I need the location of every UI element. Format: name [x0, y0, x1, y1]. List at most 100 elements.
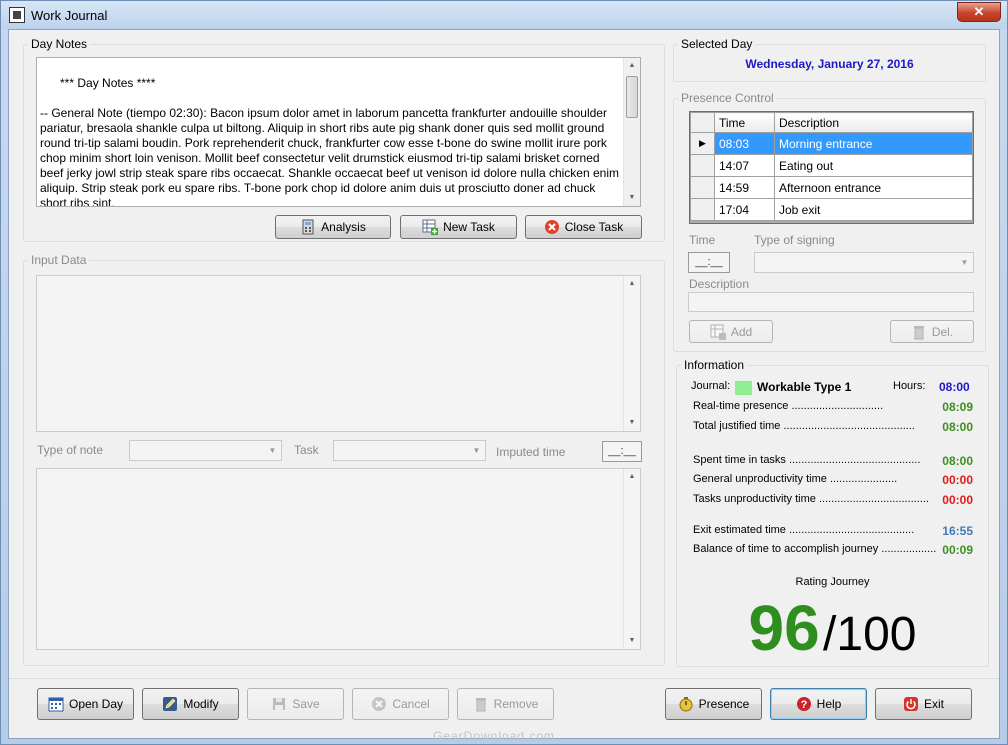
open-day-button[interactable]: Open Day [37, 688, 134, 720]
day-notes-scrollbar[interactable]: ▲ ▼ [623, 58, 640, 206]
exit-button[interactable]: Exit [875, 688, 972, 720]
grid-cell-time[interactable]: 14:59 [714, 176, 775, 199]
edit-pencil-icon [162, 696, 178, 712]
scroll-down-arrow-icon[interactable]: ▼ [624, 190, 640, 206]
task-note-textarea[interactable]: ▲ ▼ [36, 468, 641, 650]
input-data-label: Input Data [28, 253, 90, 267]
selected-date: Wednesday, January 27, 2016 [745, 57, 914, 71]
type-of-signing-select[interactable]: ▼ [754, 252, 974, 273]
grid-cell-description[interactable]: Afternoon entrance [774, 176, 973, 199]
hours-label: Hours: [893, 380, 926, 392]
task-select[interactable]: ▼ [333, 440, 486, 461]
grid-cell-time[interactable]: 17:04 [714, 198, 775, 221]
grid-cell-time[interactable]: 08:03 [714, 132, 775, 155]
power-icon [903, 696, 919, 712]
table-row[interactable]: ▶ 08:03 Morning entrance [690, 132, 973, 155]
trash-can-icon [911, 324, 927, 340]
window-title: Work Journal [31, 8, 108, 23]
info-value: 08:09 [942, 400, 973, 414]
journal-color-swatch [735, 381, 752, 395]
dot-leader: .............................. [791, 400, 884, 412]
title-bar[interactable]: Work Journal ✕ [1, 1, 1007, 29]
help-button[interactable]: ? Help [770, 688, 867, 720]
scroll-up-arrow-icon[interactable]: ▲ [624, 58, 640, 74]
calculator-icon [300, 219, 316, 235]
analysis-label: Analysis [321, 220, 366, 234]
scroll-down-arrow-icon[interactable]: ▼ [624, 633, 640, 649]
info-value: 08:00 [942, 420, 973, 434]
day-notes-textarea[interactable]: *** Day Notes **** -- General Note (tiem… [36, 57, 641, 207]
cancel-button[interactable]: Cancel [352, 688, 449, 720]
remove-label: Remove [493, 697, 539, 711]
task-note-scrollbar[interactable]: ▲ ▼ [623, 469, 640, 649]
trash-can-icon [473, 696, 489, 712]
grid-cell-description[interactable]: Job exit [774, 198, 973, 221]
grid-cell-description[interactable]: Eating out [774, 154, 973, 177]
day-notes-text: *** Day Notes **** -- General Note (tiem… [40, 76, 619, 207]
chevron-down-icon: ▼ [960, 258, 969, 267]
dot-leader: ...................... [829, 473, 898, 485]
grid-header-description[interactable]: Description [774, 112, 973, 133]
info-label: Spent time in tasks [693, 454, 786, 466]
close-circle-icon [544, 219, 560, 235]
info-value: 00:09 [942, 543, 973, 557]
new-task-label: New Task [443, 220, 495, 234]
signing-time-input[interactable]: __:__ [688, 252, 730, 273]
info-label: Tasks unproductivity time [693, 493, 816, 505]
close-task-button[interactable]: Close Task [525, 215, 642, 239]
input-data-textarea[interactable]: ▲ ▼ [36, 275, 641, 432]
info-row-spent-time-in-tasks: Spent time in tasks ....................… [693, 454, 973, 468]
help-label: Help [816, 697, 842, 711]
signing-description-input[interactable] [688, 292, 974, 312]
table-row[interactable]: 14:59 Afternoon entrance [690, 176, 973, 199]
app-window: Work Journal ✕ Day Notes *** Day Notes *… [0, 0, 1008, 745]
floppy-disk-icon [271, 696, 287, 712]
modify-button[interactable]: Modify [142, 688, 239, 720]
signing-time-label: Time [689, 233, 716, 247]
chevron-down-icon: ▼ [472, 446, 481, 455]
open-day-label: Open Day [68, 697, 124, 711]
info-row-exit-estimated-time: Exit estimated time ....................… [693, 524, 973, 538]
add-signing-button[interactable]: Add [689, 320, 773, 343]
table-row[interactable]: 14:07 Eating out [690, 154, 973, 177]
grid-cell-time[interactable]: 14:07 [714, 154, 775, 177]
info-row-real-time-presence: Real-time presence .....................… [693, 400, 973, 414]
delete-signing-button[interactable]: Del. [890, 320, 974, 343]
row-header [690, 176, 715, 199]
scroll-down-arrow-icon[interactable]: ▼ [624, 415, 640, 431]
add-label: Add [730, 324, 753, 339]
scroll-up-arrow-icon[interactable]: ▲ [624, 469, 640, 485]
info-label: Exit estimated time [693, 524, 786, 536]
presence-grid[interactable]: Time Description ▶ 08:03 Morning entranc… [689, 111, 974, 224]
journal-type: Workable Type 1 [757, 380, 852, 394]
rating-journey-label: Rating Journey [795, 576, 870, 588]
grid-cell-description[interactable]: Morning entrance [774, 132, 973, 155]
save-button[interactable]: Save [247, 688, 344, 720]
analysis-button[interactable]: Analysis [275, 215, 391, 239]
window-close-button[interactable]: ✕ [957, 2, 1001, 22]
info-label: Balance of time to accomplish journey [693, 543, 879, 555]
info-value: 00:00 [942, 493, 973, 507]
info-label: Real-time presence [693, 400, 789, 412]
imputed-time-input[interactable]: __:__ [602, 441, 642, 462]
new-task-grid-icon [422, 219, 439, 235]
scroll-up-arrow-icon[interactable]: ▲ [624, 276, 640, 292]
grid-header-time[interactable]: Time [714, 112, 775, 133]
type-of-note-select[interactable]: ▼ [129, 440, 282, 461]
remove-button[interactable]: Remove [457, 688, 554, 720]
table-row[interactable]: 17:04 Job exit [690, 198, 973, 221]
dot-leader: ........................................… [788, 524, 915, 536]
info-value: 08:00 [942, 454, 973, 468]
type-of-signing-label: Type of signing [754, 233, 835, 247]
dot-leader: .................. [881, 543, 937, 555]
input-data-scrollbar[interactable]: ▲ ▼ [623, 276, 640, 431]
row-header [690, 154, 715, 177]
presence-button[interactable]: Presence [665, 688, 762, 720]
cancel-label: Cancel [392, 697, 430, 711]
new-task-button[interactable]: New Task [400, 215, 517, 239]
modify-label: Modify [183, 697, 219, 711]
scroll-thumb[interactable] [626, 76, 638, 118]
row-header [690, 198, 715, 221]
grid-corner [690, 112, 715, 133]
imputed-time-label: Imputed time [496, 445, 566, 459]
